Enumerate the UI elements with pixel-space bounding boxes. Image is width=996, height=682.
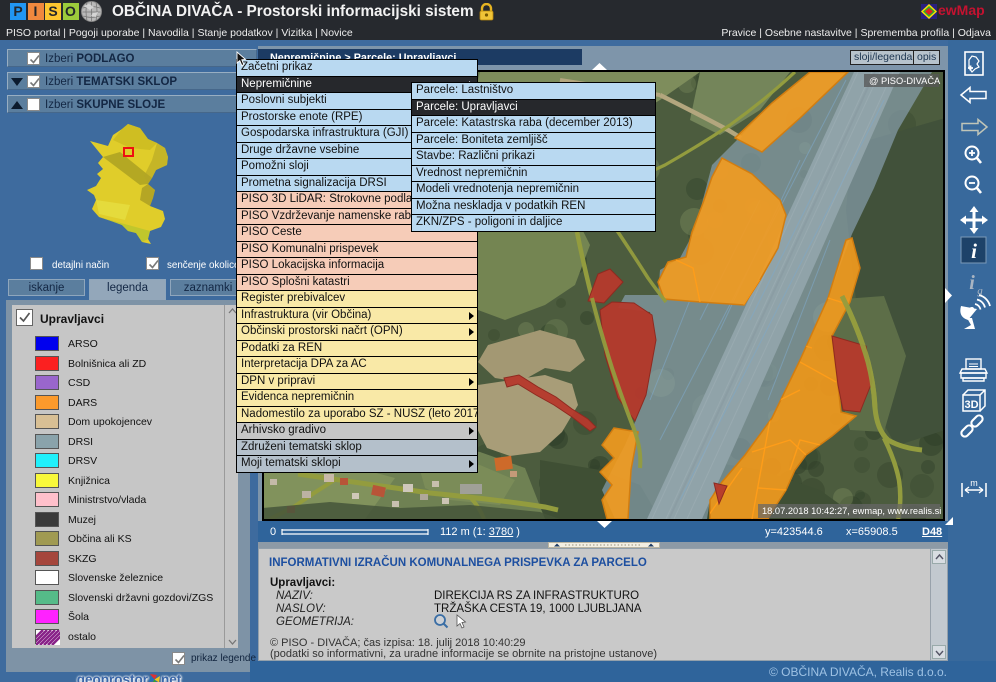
svg-text:m: m [970,478,978,488]
svg-text:i: i [971,239,977,263]
svg-text:@ PISO-DIVAČA: @ PISO-DIVAČA [869,76,941,86]
svg-text:i: i [969,272,975,294]
svg-text:3D: 3D [964,399,978,411]
svg-text:18.07.2018 10:42:27, ewmap, ww: 18.07.2018 10:42:27, ewmap, www.realis.s… [762,506,941,516]
